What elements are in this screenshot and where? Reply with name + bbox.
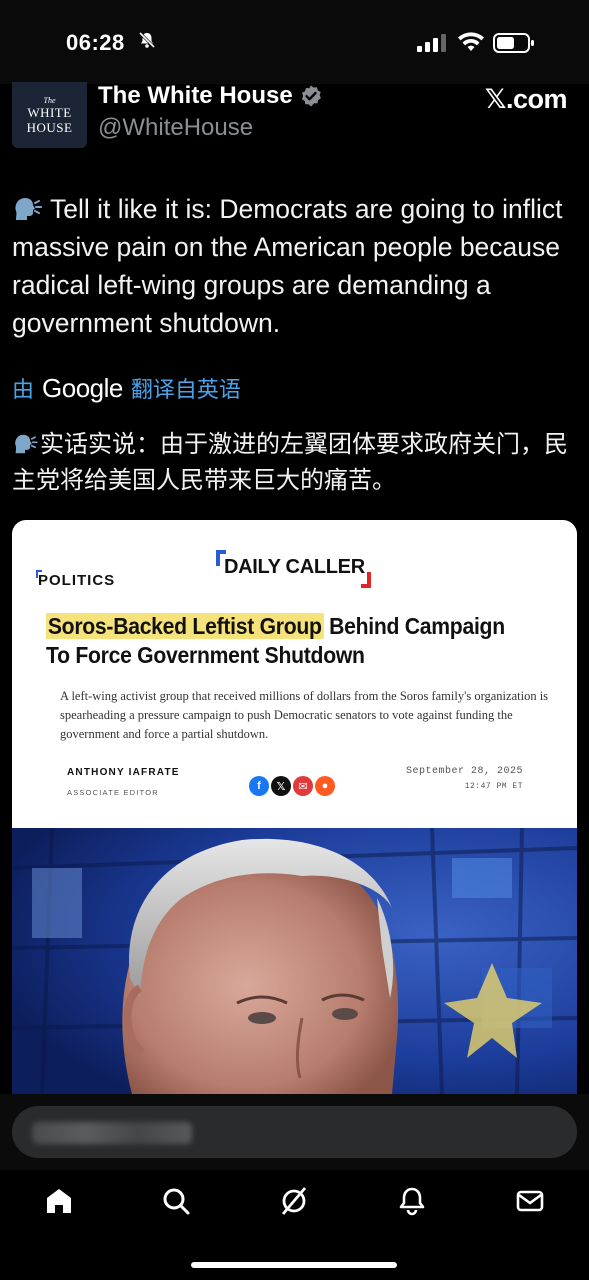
article-headline: Soros-Backed Leftist Group Behind Campai… — [46, 612, 515, 670]
facebook-icon: f — [249, 776, 269, 796]
home-indicator — [191, 1262, 397, 1268]
clock: 06:28 — [66, 30, 125, 55]
wifi-icon — [458, 32, 484, 51]
translated-suffix: 翻译自英语 — [130, 377, 241, 402]
bell-muted-icon — [138, 31, 156, 54]
speaking-head-icon — [15, 434, 38, 454]
section-text: POLITICS — [38, 572, 116, 589]
verified-badge-icon — [301, 85, 321, 107]
outlet-name: DAILY CALLER — [224, 555, 365, 578]
outlet-logo: DAILY CALLER — [216, 550, 371, 588]
author-role: ASSOCIATE EDITOR — [67, 788, 159, 797]
translated-text: 实话实说：由于激进的左翼团体要求政府关门，民主党将给美国人民带来巨大的痛苦。 — [12, 426, 572, 498]
speaking-head-icon — [15, 198, 42, 220]
source-label: 𝕏.com — [484, 84, 568, 114]
battery-icon — [493, 33, 534, 53]
section-label: POLITICS — [36, 570, 116, 589]
share-buttons: f 𝕏 ✉ ● — [249, 776, 335, 796]
home-icon[interactable] — [44, 1186, 74, 1216]
portrait-image — [12, 828, 577, 1094]
x-icon: 𝕏 — [271, 776, 291, 796]
tweet-body: Tell it like it is: Democrats are going … — [12, 194, 563, 338]
avatar-line-1: The — [43, 95, 56, 105]
account-handle[interactable]: @WhiteHouse — [98, 114, 253, 142]
account-name[interactable]: The White House — [98, 82, 323, 110]
reply-input[interactable] — [12, 1106, 577, 1158]
translation-attribution[interactable]: 由 Google 翻译自英语 — [12, 372, 241, 404]
article-date: September 28, 2025 — [405, 766, 523, 777]
grok-icon[interactable] — [279, 1186, 309, 1216]
article-card[interactable]: DAILY CALLER POLITICS Soros-Backed Lefti… — [12, 520, 577, 830]
reddit-icon: ● — [315, 776, 335, 796]
translation-body: 实话实说：由于激进的左翼团体要求政府关门，民主党将给美国人民带来巨大的痛苦。 — [12, 430, 568, 494]
search-icon[interactable] — [161, 1186, 191, 1216]
headline-highlight: Soros-Backed Leftist Group — [46, 613, 324, 639]
account-name-text: The White House — [98, 82, 293, 109]
email-icon: ✉ — [293, 776, 313, 796]
article-photo[interactable] — [12, 828, 577, 1094]
status-bar: 06:28 — [0, 0, 589, 84]
avatar[interactable]: The WHITE HOUSE — [12, 82, 87, 148]
messages-icon[interactable] — [515, 1186, 545, 1216]
article-time: 12:47 PM ET — [464, 782, 523, 791]
author-name: ANTHONY IAFRATE — [67, 767, 180, 778]
reply-placeholder-blurred — [32, 1122, 192, 1144]
tweet-text: Tell it like it is: Democrats are going … — [12, 190, 578, 342]
avatar-line-3: HOUSE — [26, 119, 73, 135]
article-dek: A left-wing activist group that received… — [60, 689, 549, 741]
reply-bar — [0, 1094, 589, 1170]
translated-prefix: 由 — [12, 377, 35, 402]
avatar-line-2: WHITE — [27, 104, 72, 120]
google-logo: Google — [42, 372, 123, 403]
signal-icon — [417, 34, 446, 52]
notifications-icon[interactable] — [397, 1186, 427, 1216]
